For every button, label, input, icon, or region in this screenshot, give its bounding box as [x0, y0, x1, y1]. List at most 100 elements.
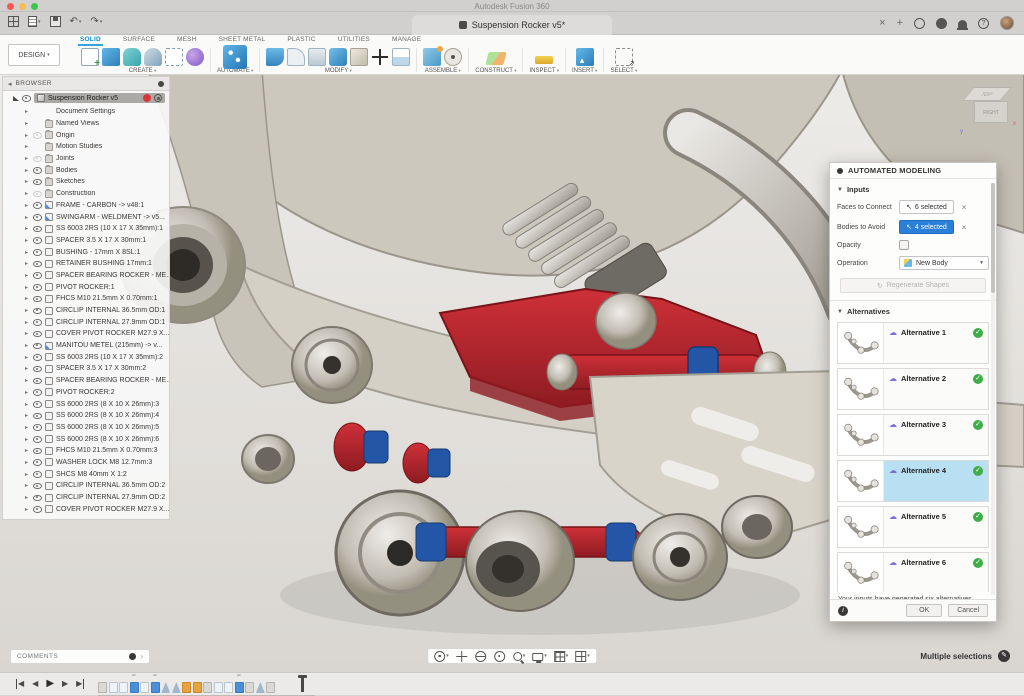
- loft-feature[interactable]: [256, 682, 265, 693]
- expand-arrow-icon[interactable]: ▸: [25, 120, 30, 127]
- expand-arrow-icon[interactable]: ▸: [25, 249, 30, 256]
- expand-arrow-icon[interactable]: ▸: [25, 330, 30, 337]
- alternative-card[interactable]: ☁ Alternative 1 ✓: [837, 322, 989, 364]
- component-feature[interactable]: [98, 682, 107, 693]
- shell-icon[interactable]: [308, 48, 326, 66]
- expand-arrow-icon[interactable]: ▸: [25, 167, 30, 174]
- expand-arrow-icon[interactable]: ▸: [25, 272, 30, 279]
- expand-arrow-icon[interactable]: ▸: [25, 354, 30, 361]
- offset-face-icon[interactable]: [350, 48, 368, 66]
- user-avatar[interactable]: [1000, 16, 1014, 30]
- create-sketch-icon[interactable]: [81, 48, 99, 66]
- visibility-eye-icon[interactable]: [33, 435, 42, 444]
- press-pull-feature[interactable]: [266, 682, 275, 693]
- visibility-eye-icon[interactable]: [33, 283, 42, 292]
- tree-item[interactable]: ▸ SPACER 3.5 X 17 X 30mm:2: [3, 363, 169, 375]
- visibility-eye-icon[interactable]: [33, 458, 42, 467]
- expand-arrow-icon[interactable]: ▸: [25, 214, 30, 221]
- inputs-section-header[interactable]: ▼ Inputs: [830, 179, 996, 197]
- tree-item[interactable]: ▸ CIRCLIP INTERNAL 36.5mm OD:1: [3, 305, 169, 317]
- extrude-feature[interactable]: [151, 682, 160, 693]
- expand-arrow-icon[interactable]: ▸: [25, 319, 30, 326]
- visibility-eye-icon[interactable]: [33, 177, 42, 186]
- bodies-selected-button[interactable]: ↖ 4 selected: [899, 220, 954, 234]
- opacity-control[interactable]: [899, 240, 909, 250]
- tree-item[interactable]: ▸ SS 6000 2RS (8 X 10 X 26mm):6: [3, 433, 169, 445]
- visibility-eye-icon[interactable]: [33, 400, 42, 409]
- visibility-eye-icon[interactable]: [33, 166, 42, 175]
- alternative-card[interactable]: ☁ Alternative 2 ✓: [837, 368, 989, 410]
- view-cube-top-face[interactable]: TOP: [962, 87, 1012, 101]
- alternative-label-area[interactable]: ☁ Alternative 1 ✓: [884, 323, 988, 363]
- visibility-eye-icon[interactable]: [33, 446, 42, 455]
- feedback-pencil-icon[interactable]: ✎: [998, 650, 1010, 662]
- view-cube-right-face[interactable]: RIGHT: [974, 101, 1008, 123]
- tree-item[interactable]: ▸ BUSHING - 17mm X 8SL:1: [3, 246, 169, 258]
- close-tab-button[interactable]: ×: [879, 16, 885, 30]
- visibility-eye-icon[interactable]: [33, 481, 42, 490]
- visibility-eye-icon[interactable]: [33, 376, 42, 385]
- loft-feature[interactable]: [161, 682, 170, 693]
- construction-plane-icon[interactable]: [485, 52, 506, 65]
- form-feature[interactable]: [182, 682, 191, 693]
- visibility-eye-icon[interactable]: [33, 224, 42, 233]
- workspace-selector[interactable]: DESIGN: [8, 44, 60, 66]
- dialog-scrollbar[interactable]: [991, 183, 995, 595]
- visibility-eye-icon[interactable]: [33, 201, 42, 210]
- alternative-card[interactable]: ☁ Alternative 3 ✓: [837, 414, 989, 456]
- expand-arrow-icon[interactable]: ▸: [25, 447, 30, 454]
- tree-item[interactable]: ▸ SPACER BEARING ROCKER - ME...: [3, 270, 169, 282]
- visibility-eye-icon[interactable]: [33, 423, 42, 432]
- dialog-header[interactable]: AUTOMATED MODELING: [830, 163, 996, 179]
- job-status-icon[interactable]: [936, 18, 947, 29]
- nav-tool-button[interactable]: [494, 651, 506, 662]
- visibility-eye-icon[interactable]: [33, 248, 42, 257]
- visibility-eye-icon[interactable]: [33, 318, 42, 327]
- move-copy-icon[interactable]: [371, 48, 389, 66]
- tree-item[interactable]: ▸ PIVOT ROCKER:2: [3, 387, 169, 399]
- nav-tool-button[interactable]: ▾: [575, 651, 590, 662]
- expand-arrow-icon[interactable]: ▸: [25, 155, 30, 162]
- group-label-automate[interactable]: AUTOMATE: [217, 68, 253, 74]
- group-label-assemble[interactable]: ASSEMBLE: [425, 68, 461, 74]
- tree-item[interactable]: ▸ FHCS M10 21.5mm X 0.70mm:1: [3, 293, 169, 305]
- expand-arrow-icon[interactable]: ▸: [25, 365, 30, 372]
- tree-item[interactable]: ▸ SS 6003 2RS (10 X 17 X 35mm):2: [3, 351, 169, 363]
- root-document-item[interactable]: Suspension Rocker v5: [34, 93, 165, 103]
- tree-item[interactable]: ▸ SS 6000 2RS (8 X 10 X 26mm):4: [3, 410, 169, 422]
- tree-item[interactable]: ▸ WASHER LOCK M8 12.7mm:3: [3, 457, 169, 469]
- tree-item[interactable]: ▸ Sketches: [3, 176, 169, 188]
- tree-item[interactable]: ▸ CIRCLIP INTERNAL 27.9mm OD:2: [3, 492, 169, 504]
- combine-icon[interactable]: [329, 48, 347, 66]
- help-icon[interactable]: ?: [978, 18, 989, 29]
- app-launcher-button[interactable]: [8, 16, 19, 27]
- go-to-end-button[interactable]: ▶: [76, 679, 84, 689]
- visibility-eye-icon[interactable]: [33, 388, 42, 397]
- alternative-label-area[interactable]: ☁ Alternative 5 ✓: [884, 507, 988, 547]
- plane-feature[interactable]: [224, 682, 233, 693]
- info-icon[interactable]: i: [838, 606, 848, 616]
- press-pull-icon[interactable]: [266, 48, 284, 66]
- expand-arrow-icon[interactable]: ▸: [25, 459, 30, 466]
- browser-settings-icon[interactable]: [158, 81, 164, 87]
- visibility-eye-icon[interactable]: [33, 411, 42, 420]
- expand-arrow-icon[interactable]: ▸: [25, 295, 30, 302]
- tree-item[interactable]: ▸ Named Views: [3, 118, 169, 130]
- cancel-button[interactable]: Cancel: [948, 604, 988, 617]
- revolve-icon[interactable]: [144, 48, 162, 66]
- expand-arrow-icon[interactable]: ▸: [25, 494, 30, 501]
- ribbon-tab[interactable]: UTILITIES: [336, 35, 372, 46]
- visibility-eye-icon[interactable]: [33, 329, 42, 338]
- tree-item[interactable]: ▸ SWINGARM - WELDMENT -> v5...: [3, 211, 169, 223]
- sketch-feature[interactable]: [140, 682, 149, 693]
- select-icon[interactable]: [615, 48, 633, 66]
- nav-tool-button[interactable]: ▾: [554, 651, 569, 662]
- expand-arrow-icon[interactable]: ▸: [25, 482, 30, 489]
- alternative-label-area[interactable]: ☁ Alternative 6 ✓: [884, 553, 988, 592]
- visibility-eye-icon[interactable]: [33, 213, 42, 222]
- tree-item[interactable]: ▸ SPACER 3.5 X 17 X 30mm:1: [3, 235, 169, 247]
- form-feature[interactable]: [193, 682, 202, 693]
- extrude-icon[interactable]: [102, 48, 120, 66]
- new-tab-button[interactable]: +: [897, 16, 903, 30]
- alternative-label-area[interactable]: ☁ Alternative 3 ✓: [884, 415, 988, 455]
